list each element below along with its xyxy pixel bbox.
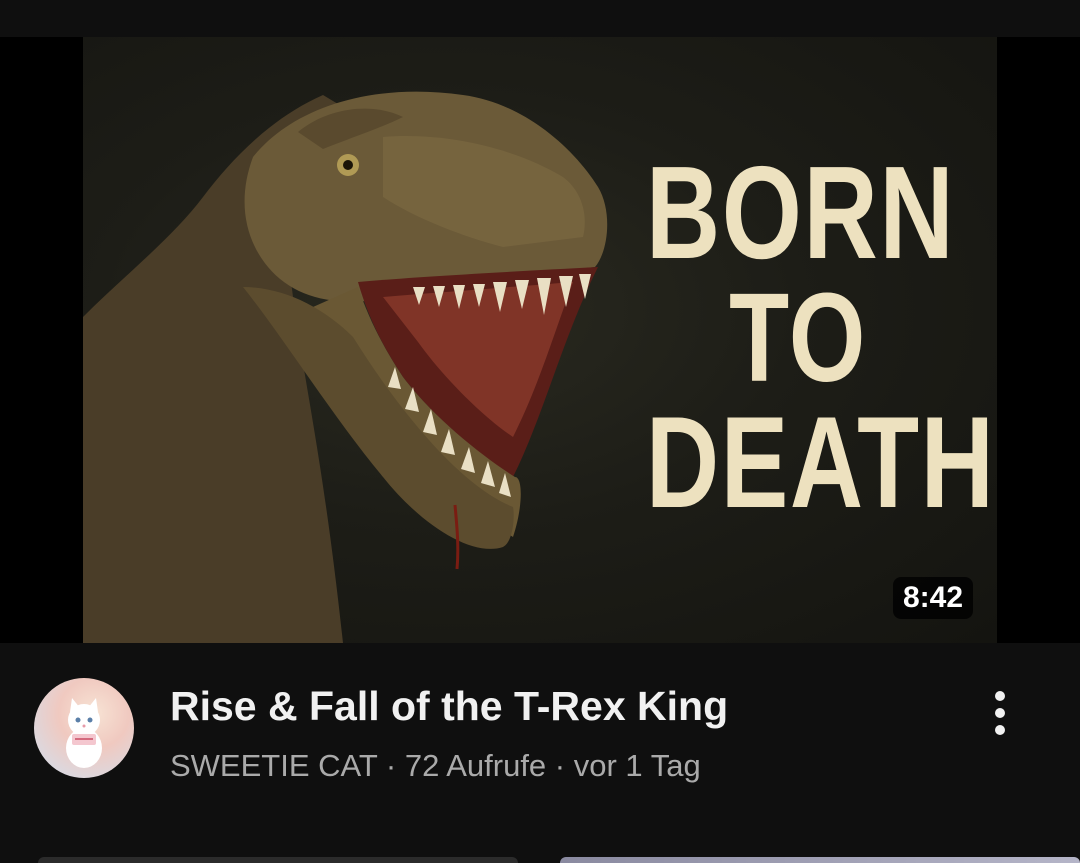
more-vert-icon <box>995 725 1005 735</box>
video-feed: BORN TO DEATH 8:42 Rise & Fall of the T-… <box>0 0 1080 863</box>
next-item-left <box>38 857 518 863</box>
video-thumbnail[interactable]: BORN TO DEATH 8:42 <box>83 37 997 643</box>
channel-name[interactable]: SWEETIE CAT <box>170 748 377 783</box>
thumbnail-line-3: DEATH <box>645 389 996 535</box>
video-meta-row: Rise & Fall of the T-Rex King SWEETIE CA… <box>0 643 1080 843</box>
duration-badge: 8:42 <box>892 577 973 619</box>
thumbnail-line-1: BORN <box>645 139 956 286</box>
cat-avatar-icon <box>66 698 102 768</box>
more-vert-icon <box>995 708 1005 718</box>
view-count: 72 Aufrufe <box>404 748 547 783</box>
separator: · <box>546 748 574 783</box>
video-title[interactable]: Rise & Fall of the T-Rex King <box>170 683 728 730</box>
next-item-right <box>560 857 1080 863</box>
thumbnail-title-text: BORN TO DEATH <box>645 139 996 535</box>
video-subline: SWEETIE CAT · 72 Aufrufe · vor 1 Tag <box>170 748 701 784</box>
upload-age: vor 1 Tag <box>573 748 701 783</box>
video-thumbnail-container: BORN TO DEATH 8:42 <box>0 37 1080 643</box>
more-options-button[interactable] <box>976 683 1024 743</box>
channel-avatar[interactable] <box>34 678 134 778</box>
separator: · <box>377 748 405 783</box>
thumbnail-line-2: TO <box>729 267 867 408</box>
more-vert-icon <box>995 691 1005 701</box>
next-item-edge <box>0 855 1080 863</box>
